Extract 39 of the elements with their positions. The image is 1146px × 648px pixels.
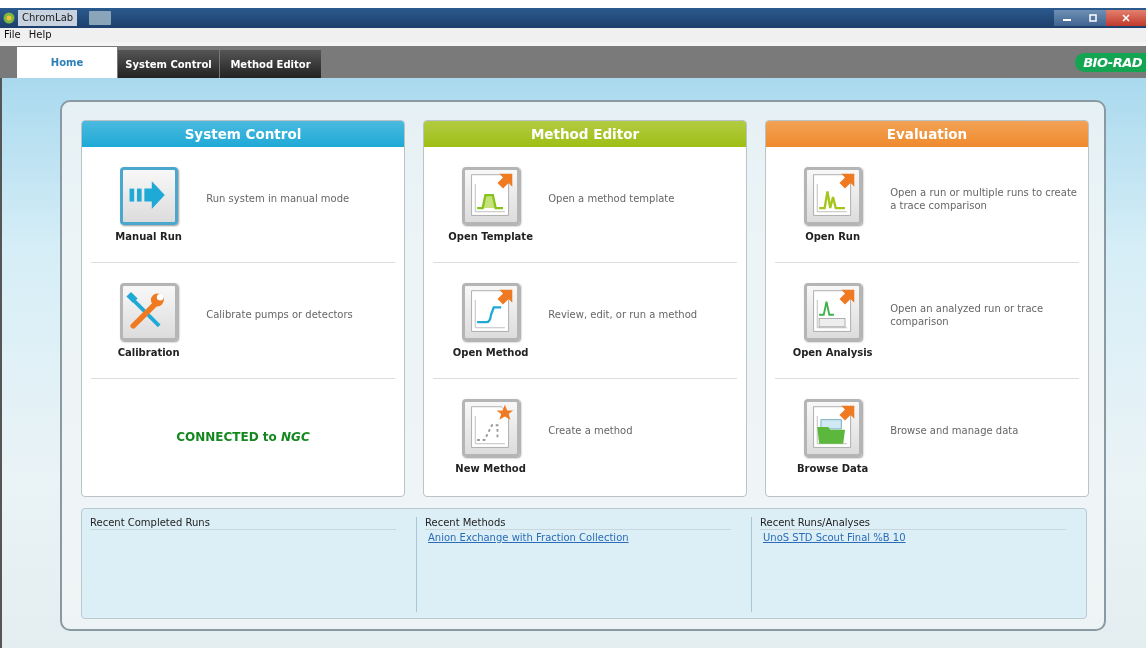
close-icon [1121,14,1131,22]
action-button[interactable]: Open Method [433,283,549,358]
card-header: Method Editor [424,121,746,147]
connection-status: CONNECTED to NGC [175,429,311,444]
recent-heading: Recent Runs/Analyses [760,517,1066,530]
action-button[interactable]: New Method [433,399,549,474]
taskbar-thumbnail-icon [89,11,112,25]
action-button[interactable]: Open Run [775,167,891,242]
action-button[interactable]: Browse Data [775,399,891,474]
action-description: Open a run or multiple runs to create a trace comparison [890,185,1078,212]
action-description: Open an analyzed run or trace comparison [890,301,1045,328]
tab[interactable]: Home [17,47,117,78]
app-icon [3,12,15,24]
recent-link[interactable]: UnoS STD Scout Final %B 10 [760,532,1066,543]
recent-link[interactable]: Anion Exchange with Fraction Collection [425,532,731,543]
action-button[interactable]: Open Template [433,167,549,242]
action-description: Review, edit, or run a method [548,308,699,321]
action-description: Calibrate pumps or detectors [206,308,354,321]
window-title: ChromLab [18,10,78,26]
action-description: Create a method [548,424,634,437]
maximize-icon [1088,14,1098,22]
close-button[interactable] [1106,10,1146,26]
action-button[interactable]: Calibration [91,283,207,358]
action-button[interactable]: Manual Run [91,167,207,242]
minimize-button[interactable] [1054,10,1080,26]
maximize-button[interactable] [1080,10,1106,26]
menu-item[interactable]: File [4,28,21,42]
menu-item[interactable]: Help [28,28,52,42]
action-description: Run system in manual mode [206,192,351,205]
action-button[interactable]: Open Analysis [775,283,891,358]
action-description: Browse and manage data [890,424,1020,437]
recent-heading: Recent Methods [425,517,731,530]
card-header: System Control [82,121,404,147]
logo: BIO-RAD [1075,53,1146,72]
tab[interactable]: Method Editor [219,50,321,78]
recent-heading: Recent Completed Runs [90,517,396,530]
tab[interactable]: System Control [117,50,219,78]
card-header: Evaluation [766,121,1088,147]
action-description: Open a method template [548,192,676,205]
